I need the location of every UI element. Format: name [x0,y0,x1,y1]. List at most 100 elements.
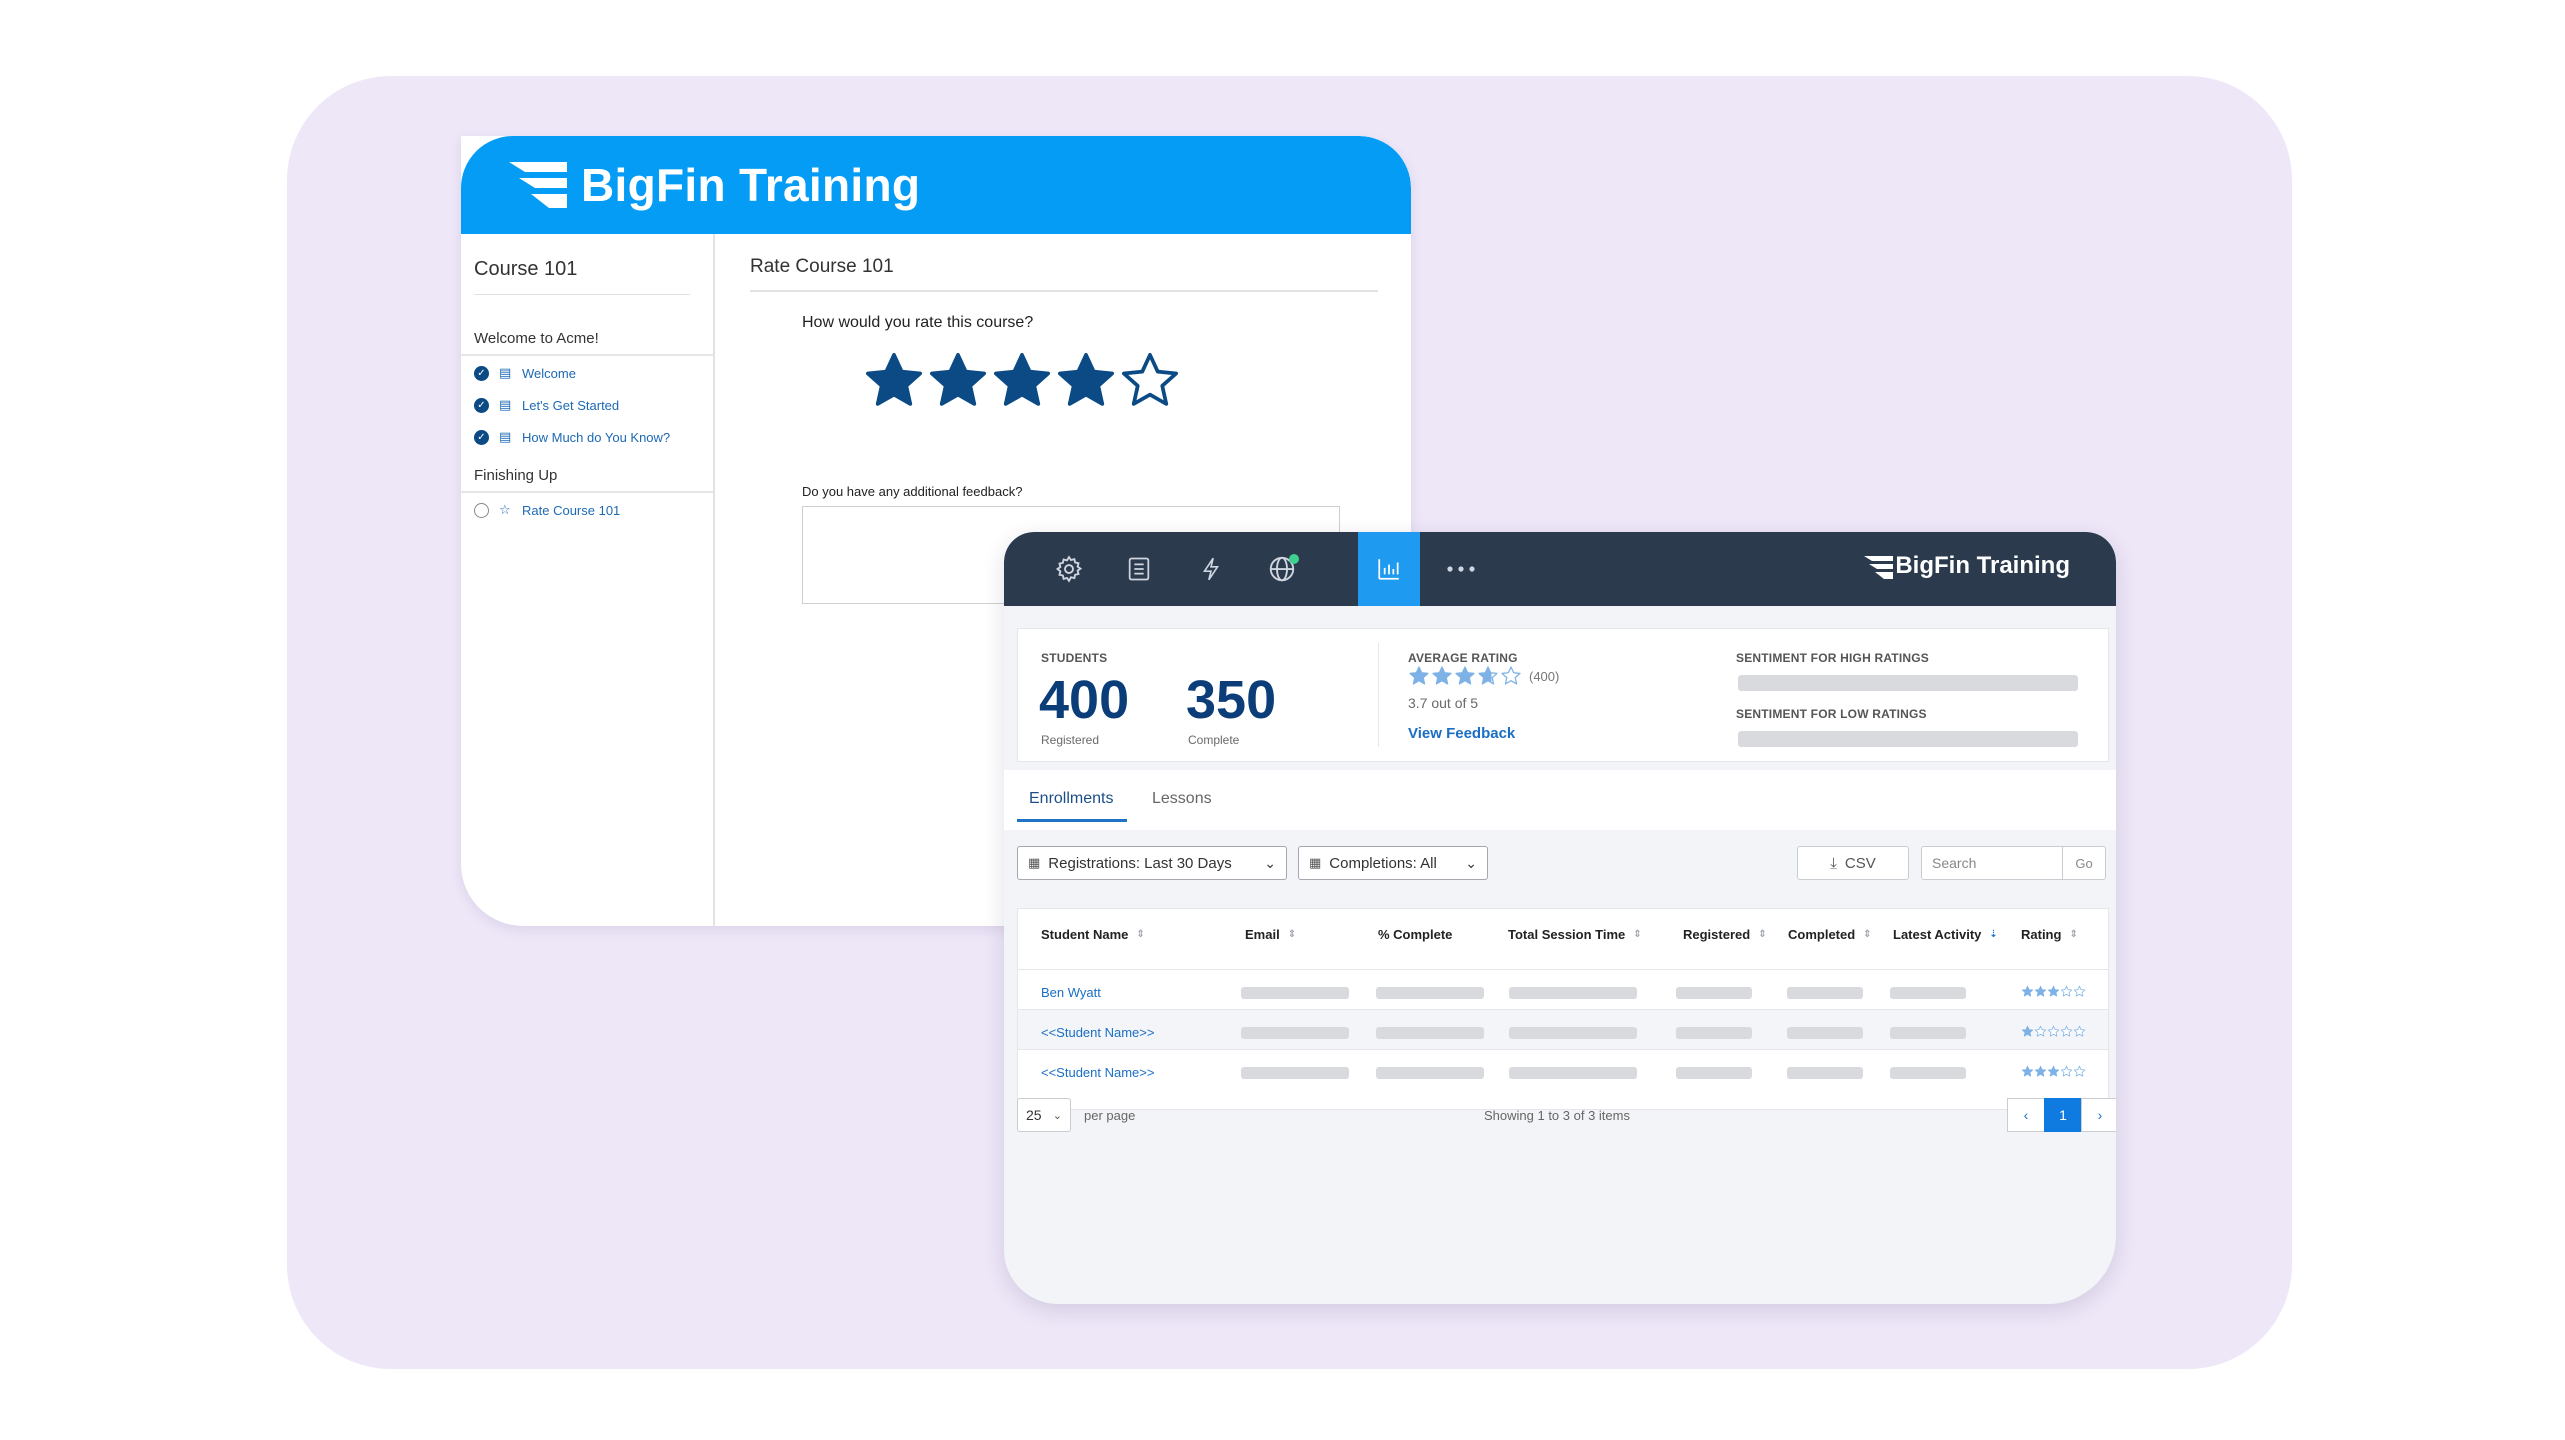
registered-count: 400 [1039,670,1130,730]
check-icon: ✓ [474,429,489,445]
previous-page-button[interactable]: ‹ [2007,1098,2045,1132]
check-icon: ✓ [474,397,489,413]
divider [750,290,1378,292]
admin-toolbar: BigFin Training [1004,532,2116,606]
average-rating-text: 3.7 out of 5 [1408,695,1479,711]
star-outline-icon [2073,985,2086,997]
student-name-link[interactable]: <<Student Name>> [1041,1025,1154,1040]
gear-icon[interactable] [1038,532,1100,606]
chevron-down-icon: ⌄ [1052,1109,1062,1122]
document-icon: ▤ [499,365,512,380]
learner-header: BigFin Training [461,136,1411,234]
go-button[interactable]: Go [2062,846,2106,880]
cell-placeholder [1890,1027,1966,1039]
cell-placeholder [1676,1027,1752,1039]
bigfin-logo-icon [1864,556,1893,579]
bar-chart-icon[interactable] [1358,532,1420,606]
cell-placeholder [1676,1067,1752,1079]
lesson-item-lets-get-started[interactable]: ✓ ▤ Let's Get Started [474,395,619,415]
calendar-icon: ▦ [1028,855,1041,870]
star-outline-icon [2060,1025,2073,1037]
completions-filter-label: Completions: All [1329,854,1437,872]
chevron-left-icon: ‹ [2023,1107,2029,1123]
search-input[interactable] [1921,846,2063,880]
section-title: Finishing Up [474,467,558,484]
star-filled-icon [2021,985,2034,997]
student-name-link[interactable]: <<Student Name>> [1041,1065,1154,1080]
registrations-filter[interactable]: ▦ Registrations: Last 30 Days ⌄ [1017,846,1287,880]
document-icon: ▤ [499,397,512,412]
star-icon [1501,666,1521,685]
star-filled-icon [930,353,986,406]
completions-filter[interactable]: ▦ Completions: All ⌄ [1298,846,1488,880]
sentiment-low-placeholder [1738,731,2078,747]
incomplete-circle-icon [474,502,489,518]
star-icon [1478,666,1498,685]
registered-label: Registered [1041,733,1100,747]
star-filled-icon [2021,1025,2034,1037]
cell-placeholder [1509,1067,1637,1079]
column-header[interactable]: % Complete [1378,927,1452,942]
bigfin-logo-icon [509,162,567,208]
lesson-label: How Much do You Know? [522,429,671,445]
next-page-button[interactable]: › [2081,1098,2116,1132]
star-filled-icon [866,353,922,406]
star-icon [1455,666,1475,685]
cell-placeholder [1241,1027,1349,1039]
star-filled-icon [2047,985,2060,997]
status-dot [1289,554,1299,564]
student-name-link[interactable]: Ben Wyatt [1041,985,1101,1000]
sentiment-high-label: SENTIMENT FOR HIGH RATINGS [1736,651,1929,665]
tab-enrollments[interactable]: Enrollments [1029,790,1113,808]
course-stats-card: STUDENTS 400 Registered 350 Complete AVE… [1017,628,2109,762]
sort-icon: ⇕ [1136,929,1145,940]
book-icon[interactable] [1108,532,1170,606]
star-outline-icon [2047,1025,2060,1037]
column-header[interactable]: Student Name ⇕ [1041,927,1145,942]
per-page-select[interactable]: 25 ⌄ [1017,1098,1071,1132]
rating-question: How would you rate this course? [802,314,1034,331]
column-header[interactable]: Completed ⇕ [1788,927,1872,942]
column-header-label: Rating [2021,927,2062,942]
star-rating-input[interactable] [862,349,1182,413]
cell-placeholder [1676,987,1752,999]
column-header[interactable]: Registered ⇕ [1683,927,1767,942]
learner-brand: BigFin Training [581,159,921,211]
tab-lessons[interactable]: Lessons [1152,790,1212,808]
pagination-summary: Showing 1 to 3 of 3 items [1484,1108,1630,1123]
sort-icon: ⇕ [1633,929,1642,940]
admin-window: BigFin Training STUDENTS 400 Registered … [1004,532,2116,1304]
star-filled-icon [2021,1065,2034,1077]
column-header-label: % Complete [1378,927,1453,942]
course-title: Course 101 [474,258,578,280]
lesson-item-how-much[interactable]: ✓ ▤ How Much do You Know? [474,427,670,447]
lesson-item-rate-course[interactable]: ☆ Rate Course 101 [474,500,620,520]
download-icon: ⤓ [1830,854,1837,872]
column-header[interactable]: Latest Activity ⇣ [1893,927,1998,942]
lightning-icon[interactable] [1180,532,1242,606]
column-header[interactable]: Email ⇕ [1245,927,1296,942]
column-header[interactable]: Rating ⇕ [2021,927,2078,942]
star-filled-icon [994,353,1050,406]
csv-label: CSV [1844,854,1876,872]
page-button[interactable]: 1 [2044,1098,2082,1132]
view-feedback-link[interactable]: View Feedback [1408,725,1515,742]
column-header-label: Registered [1683,927,1751,942]
cell-placeholder [1890,1067,1966,1079]
sentiment-high-placeholder [1738,675,2078,691]
document-icon: ▤ [499,429,512,444]
average-rating-stars: (400) [1408,665,1559,687]
sort-icon: ⇕ [1863,929,1872,940]
divider [474,294,690,295]
star-outline-icon [1122,353,1178,406]
globe-icon[interactable] [1251,532,1313,606]
column-header-label: Total Session Time [1508,927,1626,942]
sort-icon: ⇕ [2069,929,2078,940]
per-page-value: 25 [1026,1107,1042,1123]
cell-placeholder [1509,987,1637,999]
csv-export-button[interactable]: ⤓ CSV [1797,846,1909,880]
column-header[interactable]: Total Session Time ⇕ [1508,927,1642,942]
more-icon[interactable] [1430,532,1492,606]
lesson-item-welcome[interactable]: ✓ ▤ Welcome [474,363,576,383]
star-filled-icon [2034,985,2047,997]
